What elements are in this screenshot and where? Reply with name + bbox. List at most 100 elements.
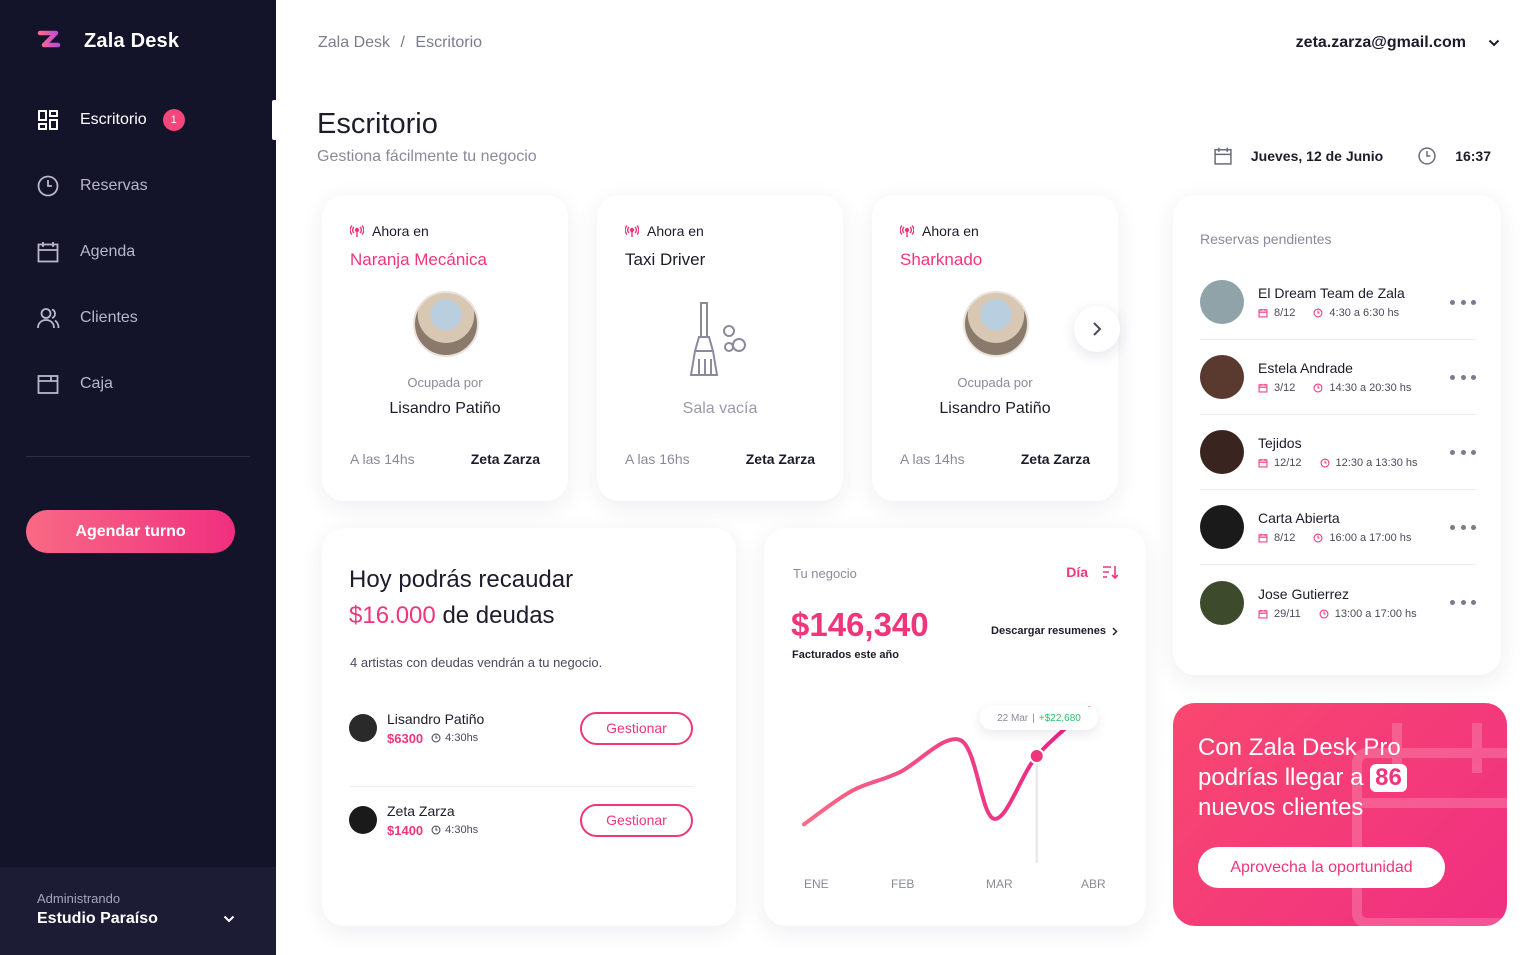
current-date: Jueves, 12 de Junio xyxy=(1250,148,1384,164)
clock-icon xyxy=(1319,609,1329,618)
brand[interactable]: Zala Desk xyxy=(36,28,179,54)
avatar xyxy=(1200,505,1244,549)
period-selector[interactable]: Día xyxy=(1066,564,1118,580)
reservation-time: 12:30 a 13:30 hs xyxy=(1335,457,1418,469)
wallet-icon xyxy=(37,375,59,394)
tooltip-delta: +$22,680 xyxy=(1038,712,1081,724)
clock-icon xyxy=(1313,308,1323,318)
download-summary-link[interactable]: Descargar resumenes xyxy=(991,625,1118,637)
sidebar-item-label: Reservas xyxy=(80,177,148,194)
avatar xyxy=(963,291,1029,357)
breadcrumb-root[interactable]: Zala Desk xyxy=(318,34,390,51)
avatar xyxy=(349,714,377,742)
next-room-button[interactable] xyxy=(1074,306,1120,352)
sidebar-item-escritorio[interactable]: Escritorio 1 xyxy=(0,100,276,140)
sidebar-item-caja[interactable]: Caja xyxy=(0,364,276,404)
sidebar-nav: Escritorio 1 Reservas Agenda Clientes Ca… xyxy=(0,100,276,430)
reservation-time: 16:00 a 17:00 hs xyxy=(1329,532,1412,544)
broom-icon xyxy=(689,302,746,376)
reservation-name: Estela Andrade xyxy=(1258,360,1353,376)
pending-reservation-row[interactable]: El Dream Team de Zala 8/12 4:30 a 6:30 hs xyxy=(1200,265,1476,340)
x-tick-label: ABR xyxy=(1081,877,1106,891)
sidebar-divider xyxy=(26,456,250,457)
busy-label: Ocupada por xyxy=(407,375,483,390)
period-label: Día xyxy=(1066,564,1088,580)
room-card[interactable]: Ahora en Naranja Mecánica Ocupada por Li… xyxy=(322,195,568,501)
tooltip-date: 22 Mar xyxy=(997,712,1029,724)
reservation-name: Carta Abierta xyxy=(1258,510,1340,526)
current-time: 16:37 xyxy=(1455,148,1491,164)
reservation-time: 4:30 a 6:30 hs xyxy=(1329,307,1400,319)
reservation-date: 12/12 xyxy=(1274,457,1302,469)
room-card[interactable]: Ahora en Sharknado Ocupada por Lisandro … xyxy=(872,195,1118,501)
chart-highlight-point[interactable] xyxy=(1028,748,1045,764)
pending-reservation-row[interactable]: Jose Gutierrez 29/11 13:00 a 17:00 hs xyxy=(1200,565,1476,640)
dashboard-icon xyxy=(38,110,58,130)
pro-promo: Con Zala Desk Pro podrías llegar a 86 nu… xyxy=(1173,703,1507,926)
sidebar: Zala Desk Escritorio 1 Reservas Agenda C… xyxy=(0,0,276,955)
room-owner: Zeta Zarza xyxy=(1020,451,1090,467)
manage-button[interactable]: Gestionar xyxy=(580,803,693,837)
broadcast-icon xyxy=(350,225,364,237)
now-label: Ahora en xyxy=(922,223,979,239)
promo-number: 86 xyxy=(1370,764,1407,792)
schedule-button[interactable]: Agendar turno xyxy=(26,510,235,553)
reservation-date: 3/12 xyxy=(1274,382,1296,394)
now-label: Ahora en xyxy=(372,223,429,239)
pending-reservation-row[interactable]: Tejidos 12/12 12:30 a 13:30 hs xyxy=(1200,415,1476,490)
notification-badge: 1 xyxy=(162,109,185,131)
room-time: A las 14hs xyxy=(350,451,415,467)
debt-row: Zeta Zarza $1400 4:30hs Gestionar xyxy=(349,790,693,850)
more-options-icon[interactable] xyxy=(1450,522,1476,532)
promo-line1: Con Zala Desk Pro xyxy=(1198,734,1401,761)
sidebar-item-agenda[interactable]: Agenda xyxy=(0,232,276,272)
more-options-icon[interactable] xyxy=(1450,447,1476,457)
reservation-date: 29/11 xyxy=(1274,607,1301,620)
revenue-amount: $146,340 xyxy=(791,606,929,643)
debts-card: Hoy podrás recaudar $16.000 de deudas 4 … xyxy=(322,528,736,926)
more-options-icon[interactable] xyxy=(1450,297,1476,307)
avatar xyxy=(1200,430,1244,474)
reservation-time: 14:30 a 20:30 hs xyxy=(1329,382,1412,394)
room-name: Naranja Mecánica xyxy=(350,250,488,269)
reservation-name: Jose Gutierrez xyxy=(1258,585,1350,602)
calendar-icon xyxy=(37,242,59,263)
more-options-icon[interactable] xyxy=(1450,372,1476,382)
room-owner: Zeta Zarza xyxy=(745,451,815,467)
debtor-name: Zeta Zarza xyxy=(387,802,455,819)
reservation-name: Tejidos xyxy=(1258,435,1302,451)
business-selector[interactable]: Administrando Estudio Paraíso xyxy=(0,867,276,955)
breadcrumb-separator: / xyxy=(400,34,405,51)
debts-description: 4 artistas con deudas vendrán a tu negoc… xyxy=(350,655,603,670)
busy-label: Ocupada por xyxy=(957,375,1033,390)
business-label: Tu negocio xyxy=(793,566,857,581)
calendar-icon xyxy=(1258,609,1268,618)
broadcast-icon xyxy=(625,225,639,237)
promo-button[interactable]: Aprovecha la oportunidad xyxy=(1198,847,1445,888)
room-time: A las 16hs xyxy=(625,451,690,467)
x-tick-label: FEB xyxy=(891,877,914,891)
calendar-icon xyxy=(1258,458,1268,468)
pending-reservations: Reservas pendientes El Dream Team de Zal… xyxy=(1173,195,1501,675)
sidebar-item-clientes[interactable]: Clientes xyxy=(0,298,276,338)
x-tick-label: MAR xyxy=(986,877,1013,891)
pending-list: El Dream Team de Zala 8/12 4:30 a 6:30 hs E… xyxy=(1200,265,1476,640)
pending-reservation-row[interactable]: Carta Abierta 8/12 16:00 a 17:00 hs xyxy=(1200,490,1476,565)
room-name: Sharknado xyxy=(900,250,983,269)
room-card[interactable]: Ahora en Taxi Driver Sala vacía A las 16… xyxy=(597,195,843,501)
manage-button[interactable]: Gestionar xyxy=(580,711,693,745)
clock-icon xyxy=(431,825,441,835)
sidebar-item-label: Agenda xyxy=(80,243,136,260)
debt-amount: $1400 xyxy=(387,822,424,838)
user-email: zeta.zarza@gmail.com xyxy=(1295,34,1466,51)
avatar xyxy=(1200,580,1244,625)
calendar-icon xyxy=(1214,147,1232,165)
more-options-icon[interactable] xyxy=(1450,598,1476,608)
sidebar-item-reservas[interactable]: Reservas xyxy=(0,166,276,206)
clock-icon xyxy=(1313,533,1323,543)
user-menu[interactable]: zeta.zarza@gmail.com xyxy=(1296,34,1500,52)
download-label: Descargar resumenes xyxy=(991,625,1106,637)
debts-heading: Hoy podrás recaudar xyxy=(349,566,574,593)
debts-suffix: de deudas xyxy=(442,602,555,629)
pending-reservation-row[interactable]: Estela Andrade 3/12 14:30 a 20:30 hs xyxy=(1200,340,1476,415)
